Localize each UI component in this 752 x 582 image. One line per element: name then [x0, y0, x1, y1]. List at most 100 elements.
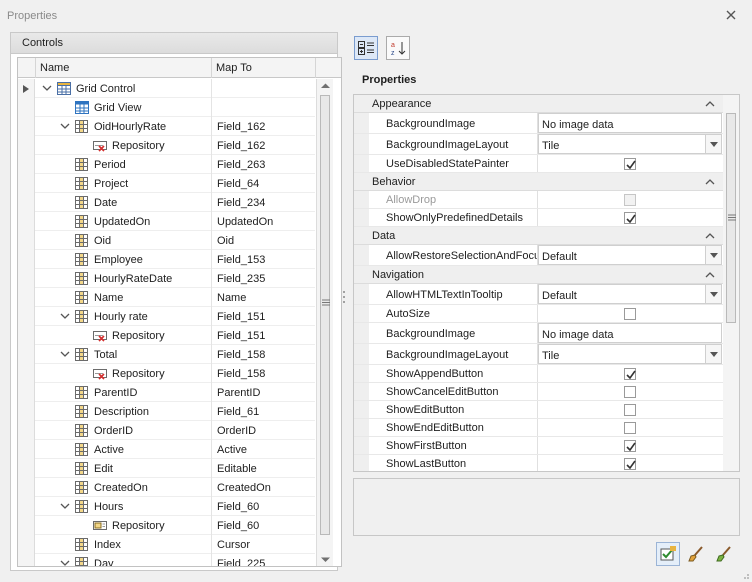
tree-row[interactable]: Name Name — [18, 288, 315, 307]
apply-button[interactable] — [656, 542, 680, 566]
map-to-cell[interactable] — [212, 98, 314, 117]
close-icon[interactable] — [722, 6, 740, 24]
dropdown-button[interactable] — [705, 345, 721, 363]
tree-row[interactable]: ParentID ParentID — [18, 383, 315, 402]
chevron-up-icon[interactable] — [704, 98, 716, 110]
map-to-cell[interactable]: Field_158 — [212, 345, 314, 364]
row-indicator[interactable] — [18, 554, 35, 566]
name-cell[interactable]: Repository — [36, 136, 212, 155]
property-checkbox[interactable] — [624, 386, 636, 398]
property-value[interactable] — [538, 383, 722, 400]
property-value[interactable] — [538, 191, 722, 208]
map-to-cell[interactable]: CreatedOn — [212, 478, 314, 497]
property-value[interactable]: No image data — [538, 323, 722, 343]
name-cell[interactable]: Name — [36, 288, 212, 307]
map-to-cell[interactable]: Field_153 — [212, 250, 314, 269]
column-header-map-to[interactable]: Map To — [212, 58, 316, 78]
map-to-cell[interactable]: Cursor — [212, 535, 314, 554]
map-to-cell[interactable]: OrderID — [212, 421, 314, 440]
map-to-cell[interactable]: Field_234 — [212, 193, 314, 212]
row-indicator[interactable] — [18, 231, 35, 250]
map-to-cell[interactable]: Field_60 — [212, 516, 314, 535]
map-to-cell[interactable]: Name — [212, 288, 314, 307]
property-row[interactable]: ShowFirstButton — [354, 437, 723, 455]
map-to-cell[interactable]: Field_162 — [212, 117, 314, 136]
chevron-down-icon[interactable] — [41, 82, 53, 94]
property-value[interactable]: Default — [538, 284, 722, 304]
tree-row[interactable]: Day Field_225 — [18, 554, 315, 566]
name-cell[interactable]: Grid Control — [36, 79, 212, 98]
panel-splitter[interactable] — [341, 290, 347, 304]
row-indicator[interactable] — [18, 402, 35, 421]
property-row[interactable]: ShowEndEditButton — [354, 419, 723, 437]
property-value[interactable] — [538, 455, 722, 471]
property-row[interactable]: BackgroundImageLayout Tile — [354, 344, 723, 365]
row-indicator[interactable] — [18, 193, 35, 212]
row-indicator[interactable] — [18, 155, 35, 174]
property-checkbox[interactable] — [624, 308, 636, 320]
tree-row[interactable]: Employee Field_153 — [18, 250, 315, 269]
tree-row[interactable]: OrderID OrderID — [18, 421, 315, 440]
property-value[interactable] — [538, 365, 722, 382]
name-cell[interactable]: Period — [36, 155, 212, 174]
dropdown-button[interactable] — [705, 246, 721, 264]
tree-row[interactable]: Period Field_263 — [18, 155, 315, 174]
chevron-up-icon[interactable] — [704, 230, 716, 242]
row-indicator[interactable] — [18, 250, 35, 269]
chevron-up-icon[interactable] — [704, 176, 716, 188]
row-indicator[interactable] — [18, 269, 35, 288]
categorized-view-button[interactable] — [354, 36, 378, 60]
row-indicator[interactable] — [18, 79, 35, 98]
map-to-cell[interactable]: Editable — [212, 459, 314, 478]
name-cell[interactable]: Project — [36, 174, 212, 193]
tree-row[interactable]: Repository Field_162 — [18, 136, 315, 155]
property-value[interactable]: Default — [538, 245, 722, 265]
property-row[interactable]: UseDisabledStatePainter — [354, 155, 723, 173]
row-indicator[interactable] — [18, 535, 35, 554]
tree-row[interactable]: Active Active — [18, 440, 315, 459]
map-to-cell[interactable]: Field_61 — [212, 402, 314, 421]
name-cell[interactable]: Total — [36, 345, 212, 364]
name-cell[interactable]: Active — [36, 440, 212, 459]
map-to-cell[interactable]: Oid — [212, 231, 314, 250]
name-cell[interactable]: UpdatedOn — [36, 212, 212, 231]
tree-row[interactable]: Repository Field_60 — [18, 516, 315, 535]
property-value[interactable] — [538, 209, 722, 226]
tree-row[interactable]: Hours Field_60 — [18, 497, 315, 516]
property-row[interactable]: ShowEditButton — [354, 401, 723, 419]
name-cell[interactable]: CreatedOn — [36, 478, 212, 497]
chevron-up-icon[interactable] — [704, 269, 716, 281]
map-to-cell[interactable]: Field_151 — [212, 326, 314, 345]
tree-row[interactable]: OidHourlyRate Field_162 — [18, 117, 315, 136]
clear-brush-button[interactable] — [712, 542, 736, 566]
property-checkbox[interactable] — [624, 158, 636, 170]
row-indicator[interactable] — [18, 383, 35, 402]
row-indicator[interactable] — [18, 440, 35, 459]
map-to-cell[interactable]: Field_263 — [212, 155, 314, 174]
property-checkbox[interactable] — [624, 194, 636, 206]
property-row[interactable]: BackgroundImage No image data — [354, 323, 723, 344]
property-row[interactable]: BackgroundImageLayout Tile — [354, 134, 723, 155]
property-value[interactable] — [538, 437, 722, 454]
name-cell[interactable]: Repository — [36, 516, 212, 535]
name-cell[interactable]: Edit — [36, 459, 212, 478]
column-header-name[interactable]: Name — [36, 58, 212, 78]
alphabetical-sort-button[interactable]: az — [386, 36, 410, 60]
row-indicator[interactable] — [18, 307, 35, 326]
property-scrollbar[interactable] — [723, 95, 739, 471]
tree-row[interactable]: Repository Field_151 — [18, 326, 315, 345]
tree-row[interactable]: CreatedOn CreatedOn — [18, 478, 315, 497]
property-category[interactable]: Behavior — [354, 173, 723, 191]
property-value[interactable]: Tile — [538, 344, 722, 364]
property-checkbox[interactable] — [624, 368, 636, 380]
name-cell[interactable]: Day — [36, 554, 212, 566]
scrollbar-thumb[interactable] — [726, 113, 736, 323]
dropdown-button[interactable] — [705, 285, 721, 303]
property-checkbox[interactable] — [624, 422, 636, 434]
tree-row[interactable]: Grid View — [18, 98, 315, 117]
brush-button[interactable] — [684, 542, 708, 566]
name-cell[interactable]: Oid — [36, 231, 212, 250]
tree-row[interactable]: Date Field_234 — [18, 193, 315, 212]
name-cell[interactable]: ParentID — [36, 383, 212, 402]
resize-grip-icon[interactable] — [742, 572, 750, 580]
